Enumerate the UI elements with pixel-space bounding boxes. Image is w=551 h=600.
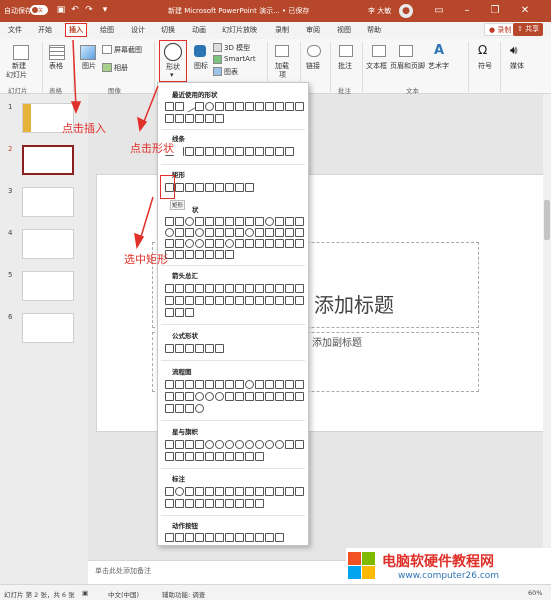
slide-count: 幻灯片 第 2 张，共 6 张: [4, 591, 75, 599]
spelling-icon[interactable]: ▣: [82, 589, 88, 597]
arrow-head: [134, 232, 145, 250]
watermark: 电脑软硬件教程网 www.computer26.com: [346, 548, 551, 584]
logo-red: [348, 552, 361, 565]
zoom-level[interactable]: 60%: [528, 589, 542, 597]
logo-green: [362, 552, 375, 565]
arrow-head: [70, 101, 82, 115]
status-bar: 幻灯片 第 2 张，共 6 张 ▣ 中文(中国) 辅助功能: 调查 60%: [0, 584, 551, 600]
logo-yellow: [362, 566, 375, 579]
logo-blue: [348, 566, 361, 579]
arrow-to-rect: [139, 196, 154, 241]
arrow-to-shape: [142, 85, 159, 125]
watermark-url: www.computer26.com: [398, 571, 500, 581]
accessibility-status[interactable]: 辅助功能: 调查: [162, 589, 205, 599]
annotation-arrows: [70, 39, 159, 250]
watermark-name: 电脑软硬件教程网: [382, 554, 494, 570]
language-status[interactable]: 中文(中国): [108, 589, 139, 599]
arrow-to-insert: [72, 39, 77, 109]
